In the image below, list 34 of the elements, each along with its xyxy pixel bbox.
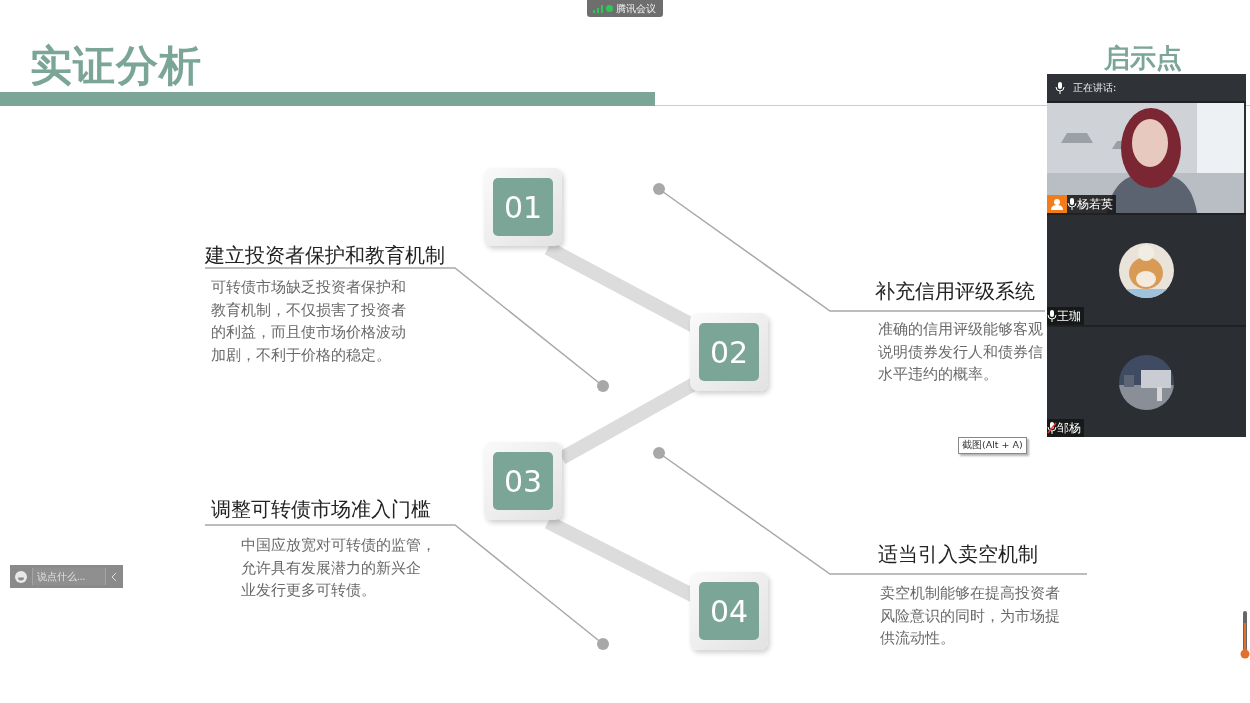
tooltip: 截图(Alt + A) [958, 437, 1027, 454]
step-description: 中国应放宽对可转债的监管， 允许具有发展潜力的新兴企 业发行更多可转债。 [241, 535, 436, 601]
app-name: 腾讯会议 [616, 1, 656, 16]
step-description: 准确的信用评级能够客观 说明债券发行人和债券信 水平违约的概率。 [878, 319, 1043, 385]
step-number: 02 [699, 323, 759, 381]
participant-tile[interactable]: 王珈 [1047, 215, 1246, 325]
participant-tile[interactable]: 邹杨 [1047, 327, 1246, 437]
meeting-bar[interactable]: 腾讯会议 [587, 0, 663, 17]
participant-name: 王珈 [1057, 307, 1081, 325]
chat-input[interactable]: 说点什么... [32, 568, 106, 585]
signal-icon [593, 4, 603, 13]
participant-tile[interactable]: 杨若英 [1047, 103, 1246, 213]
step-heading: 调整可转债市场准入门槛 [211, 496, 431, 523]
step-description: 可转债市场缺乏投资者保护和 教育机制，不仅损害了投资者 的利益，而且使市场价格波动 加剧，不利于价格的稳定。 [211, 277, 406, 366]
step-number: 01 [493, 178, 553, 236]
step-number: 04 [699, 582, 759, 640]
smiley-icon[interactable] [15, 570, 27, 583]
step-heading: 适当引入卖空机制 [878, 541, 1038, 568]
mic-icon [1067, 198, 1077, 210]
step-description: 卖空机制能够在提高投资者 风险意识的同时，为市场提 供流动性。 [880, 583, 1060, 649]
caret-icon[interactable] [111, 572, 117, 581]
corner-title: 启示点 [1104, 44, 1182, 73]
participant-name: 杨若英 [1077, 195, 1113, 213]
speaking-label: 正在讲话: [1073, 80, 1117, 95]
status-dot-icon [606, 5, 613, 12]
mic-icon [1055, 81, 1065, 94]
slide-title: 实证分析 [30, 40, 202, 92]
mic-icon [1047, 310, 1057, 322]
participant-name: 邹杨 [1057, 419, 1081, 437]
step-heading: 建立投资者保护和教育机制 [205, 242, 445, 269]
volume-meter-icon [1240, 611, 1250, 659]
step-heading: 补充信用评级系统 [875, 278, 1035, 305]
step-number: 03 [493, 452, 553, 510]
muted-mic-icon [1047, 422, 1057, 434]
